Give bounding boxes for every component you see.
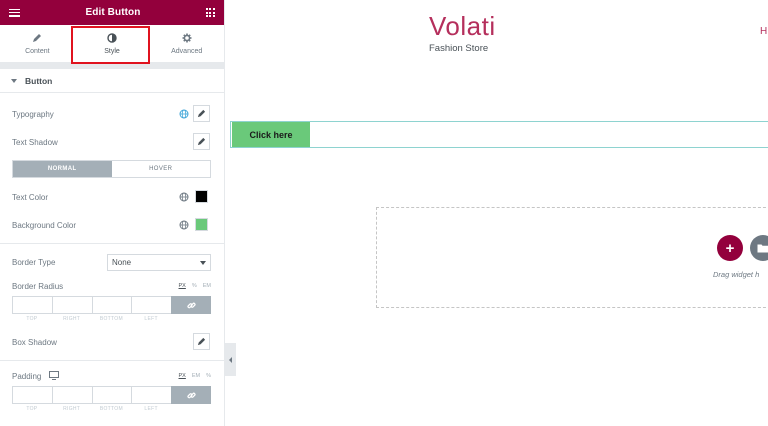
site-tagline: Fashion Store <box>429 43 489 54</box>
panel-tabs: Content Style Advanced <box>0 25 224 64</box>
padding-top-input[interactable] <box>12 386 52 404</box>
unit-percent[interactable]: % <box>192 283 197 289</box>
border-radius-inputs <box>12 296 211 314</box>
border-radius-units: PX % EM <box>179 283 211 289</box>
text-shadow-label: Text Shadow <box>12 138 58 147</box>
globe-icon[interactable] <box>178 219 190 231</box>
border-type-value: None <box>112 258 132 267</box>
typography-edit-button[interactable] <box>193 105 210 122</box>
padding-left-input[interactable] <box>131 386 171 404</box>
dim-top-label: TOP <box>26 316 38 322</box>
site-title[interactable]: Volati <box>429 11 496 42</box>
tab-style-label: Style <box>104 47 120 55</box>
unit-em[interactable]: EM <box>203 283 211 289</box>
section-button-header[interactable]: Button <box>0 69 224 93</box>
pencil-icon <box>197 337 206 346</box>
gear-icon <box>182 33 192 42</box>
padding-label: Padding <box>12 372 42 381</box>
panel-collapse-handle[interactable] <box>225 343 236 376</box>
add-section-button[interactable]: + <box>717 235 743 261</box>
tab-normal[interactable]: NORMAL <box>13 161 112 177</box>
text-color-label: Text Color <box>12 193 49 202</box>
unit-px[interactable]: PX <box>179 283 186 289</box>
typography-label: Typography <box>12 110 54 119</box>
radius-right-input[interactable] <box>51 296 92 314</box>
border-radius-label: Border Radius <box>12 282 64 291</box>
folder-icon <box>757 244 768 253</box>
caret-down-icon <box>11 78 17 83</box>
state-toggle: NORMAL HOVER <box>12 160 211 178</box>
pencil-icon <box>33 33 42 42</box>
chevron-left-icon <box>229 356 232 363</box>
dim-bottom-label: BOTTOM <box>99 316 123 322</box>
pencil-icon <box>197 109 206 118</box>
panel-title: Edit Button <box>85 7 141 18</box>
padding-units: PX EM % <box>179 373 211 379</box>
tab-style[interactable]: Style <box>75 25 150 62</box>
chevron-down-icon <box>200 261 206 265</box>
style-controls: Typography Text Shadow NORMAL HOVER Text… <box>0 93 224 426</box>
tab-advanced-label: Advanced <box>171 47 203 55</box>
button-widget-outline[interactable] <box>230 121 768 148</box>
radius-top-input[interactable] <box>12 296 52 314</box>
menu-icon[interactable] <box>9 8 20 17</box>
link-values-button[interactable] <box>171 386 211 404</box>
unit-em[interactable]: EM <box>192 373 200 379</box>
text-shadow-edit-button[interactable] <box>193 133 210 150</box>
globe-icon[interactable] <box>178 191 190 203</box>
box-shadow-label: Box Shadow <box>12 338 57 347</box>
dim-bottom-label: BOTTOM <box>99 406 123 412</box>
nav-menu-item[interactable]: H <box>760 26 767 37</box>
link-values-button[interactable] <box>171 296 211 314</box>
globe-icon[interactable] <box>178 108 190 120</box>
unit-px[interactable]: PX <box>179 373 186 379</box>
desktop-icon[interactable] <box>49 371 59 380</box>
border-type-select[interactable]: None <box>107 254 211 271</box>
padding-bottom-input[interactable] <box>91 386 132 404</box>
panel-header: Edit Button <box>0 0 224 25</box>
pencil-icon <box>197 137 206 146</box>
background-color-swatch[interactable] <box>195 218 208 231</box>
radius-left-input[interactable] <box>131 296 171 314</box>
plus-icon: + <box>725 239 735 257</box>
padding-inputs <box>12 386 211 404</box>
divider <box>0 243 224 244</box>
tab-content-label: Content <box>25 47 50 55</box>
click-here-button[interactable]: Click here <box>232 122 310 147</box>
dim-left-label: LEFT <box>144 316 158 322</box>
link-icon <box>186 302 196 308</box>
dim-top-label: TOP <box>26 406 38 412</box>
dim-left-label: LEFT <box>144 406 158 412</box>
tab-content[interactable]: Content <box>0 25 75 62</box>
drop-zone[interactable] <box>376 207 768 308</box>
divider <box>0 360 224 361</box>
background-color-label: Background Color <box>12 221 77 230</box>
tab-advanced[interactable]: Advanced <box>149 25 224 62</box>
half-circle-icon <box>107 32 117 43</box>
link-icon <box>186 392 196 398</box>
border-type-label: Border Type <box>12 258 56 267</box>
section-title: Button <box>25 75 53 86</box>
widgets-grid-icon[interactable] <box>205 8 215 17</box>
radius-bottom-input[interactable] <box>91 296 132 314</box>
dim-right-label: RIGHT <box>63 406 81 412</box>
unit-percent[interactable]: % <box>206 373 211 379</box>
drag-widget-hint: Drag widget h <box>713 270 760 279</box>
box-shadow-edit-button[interactable] <box>193 333 210 350</box>
padding-right-input[interactable] <box>51 386 92 404</box>
editor-panel: Edit Button Content Style Advanced Butto… <box>0 0 225 426</box>
radius-dimension-labels: TOP RIGHT BOTTOM LEFT <box>12 316 171 322</box>
dim-right-label: RIGHT <box>63 316 81 322</box>
text-color-swatch[interactable] <box>195 190 208 203</box>
tab-hover[interactable]: HOVER <box>111 161 210 177</box>
padding-dimension-labels: TOP RIGHT BOTTOM LEFT <box>12 406 171 412</box>
